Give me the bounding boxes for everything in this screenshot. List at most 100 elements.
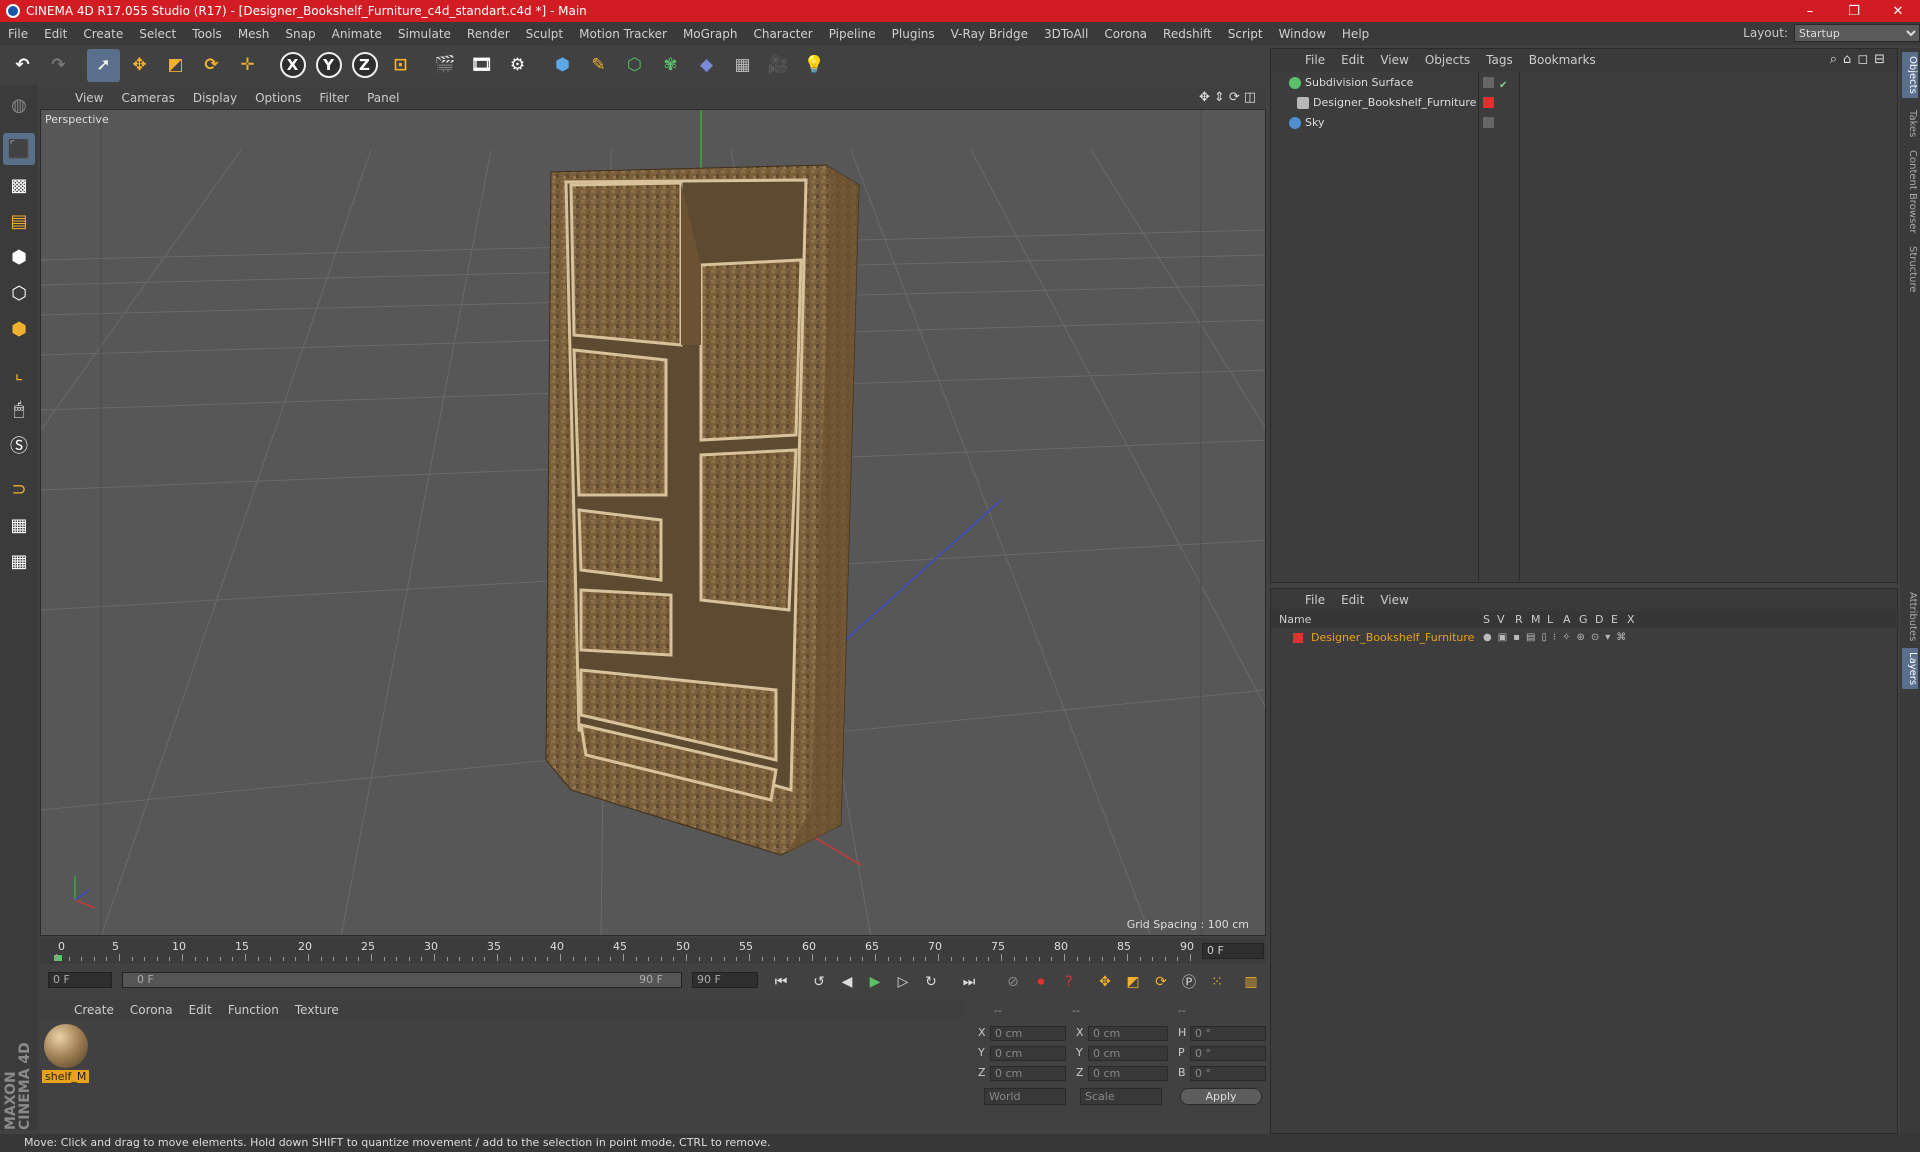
keyframe-selection-icon[interactable]: ?: [1056, 970, 1082, 994]
go-to-end-icon[interactable]: ⏭: [956, 970, 982, 994]
viewport-menu-display[interactable]: Display: [184, 91, 246, 105]
material-menu-create[interactable]: Create: [66, 1003, 122, 1017]
render-picture-viewer-icon[interactable]: 🎞: [465, 49, 498, 82]
autokeying-icon[interactable]: ⏺: [1028, 970, 1054, 994]
visibility-toggle-icon[interactable]: [1483, 77, 1494, 88]
model-mode-icon[interactable]: ⬛: [3, 133, 35, 165]
material-menu-function[interactable]: Function: [220, 1003, 287, 1017]
floor-scene-icon[interactable]: ▦: [726, 49, 759, 82]
transform-tool-icon[interactable]: ✛: [231, 49, 264, 82]
size-mode-dropdown[interactable]: Scale: [1080, 1088, 1162, 1105]
previous-key-icon[interactable]: ↺: [806, 970, 832, 994]
objects-menu-file[interactable]: File: [1297, 53, 1333, 67]
key-position-icon[interactable]: ✥: [1092, 970, 1118, 994]
bookshelf-model[interactable]: [545, 164, 860, 856]
object-row-subdivision-surface[interactable]: Subdivision Surface ✔: [1271, 73, 1899, 93]
size-x-field[interactable]: 0 cm: [1088, 1026, 1168, 1041]
timeline-ruler[interactable]: 0 5 10 15 20 25 30 35 40 45 50 55 60 65 …: [40, 938, 1266, 964]
tweak-mode-icon[interactable]: 🖱: [3, 393, 35, 425]
menu-tools[interactable]: Tools: [184, 27, 230, 41]
rotation-h-field[interactable]: 0 °: [1190, 1026, 1266, 1041]
rotation-b-field[interactable]: 0 °: [1190, 1066, 1266, 1081]
next-frame-icon[interactable]: ▷: [890, 970, 916, 994]
mograph-cloner-icon[interactable]: ✾: [654, 49, 687, 82]
live-selection-icon[interactable]: ➚: [87, 48, 120, 82]
frame-range-slider[interactable]: 0 F 90 F: [122, 972, 682, 988]
tab-content-browser[interactable]: Content Browser: [1902, 146, 1918, 237]
layer-color-tag[interactable]: [1483, 97, 1494, 108]
pen-spline-icon[interactable]: ✎: [582, 49, 615, 82]
layers-menu-view[interactable]: View: [1372, 593, 1416, 607]
menu-mograph[interactable]: MoGraph: [675, 27, 746, 41]
menu-redshift[interactable]: Redshift: [1155, 27, 1220, 41]
camera-icon[interactable]: 🎥: [762, 49, 795, 82]
menu-corona[interactable]: Corona: [1096, 27, 1155, 41]
material-menu-edit[interactable]: Edit: [181, 1003, 220, 1017]
start-frame-field[interactable]: 0 F: [48, 972, 112, 988]
viewport-menu-options[interactable]: Options: [246, 91, 310, 105]
render-settings-icon[interactable]: ⚙: [501, 49, 534, 82]
points-mode-icon[interactable]: ⬢: [3, 241, 35, 273]
object-row-bookshelf[interactable]: Designer_Bookshelf_Furniture: [1271, 93, 1899, 113]
objects-menu-edit[interactable]: Edit: [1333, 53, 1372, 67]
rotation-p-field[interactable]: 0 °: [1190, 1046, 1266, 1061]
render-view-icon[interactable]: 🎬: [429, 49, 462, 82]
deformer-icon[interactable]: ◆: [690, 49, 723, 82]
material-name[interactable]: shelf_M: [42, 1070, 90, 1083]
coordinate-system-icon[interactable]: ⊡: [384, 49, 417, 82]
object-manager-search-icons[interactable]: ⌕⌂◻⊟: [1830, 52, 1891, 67]
viewport-menu-filter[interactable]: Filter: [310, 91, 358, 105]
tab-attributes[interactable]: Attributes: [1902, 588, 1918, 645]
tab-objects[interactable]: Objects: [1902, 52, 1918, 98]
object-row-sky[interactable]: Sky: [1271, 113, 1899, 133]
tab-layers[interactable]: Layers: [1902, 648, 1918, 690]
layout-select[interactable]: Startup: [1794, 24, 1920, 42]
layers-menu-file[interactable]: File: [1297, 593, 1333, 607]
undo-icon[interactable]: ↶: [6, 49, 39, 82]
key-parameter-icon[interactable]: Ⓟ: [1176, 970, 1202, 994]
subdivision-generator-icon[interactable]: ⬡: [618, 49, 651, 82]
objects-menu-tags[interactable]: Tags: [1478, 53, 1521, 67]
redo-icon[interactable]: ↷: [42, 49, 75, 82]
objects-menu-bookmarks[interactable]: Bookmarks: [1521, 53, 1604, 67]
menu-render[interactable]: Render: [459, 27, 518, 41]
tab-structure[interactable]: Structure: [1902, 242, 1918, 297]
move-tool-icon[interactable]: ✥: [123, 49, 156, 82]
close-button[interactable]: ✕: [1876, 4, 1920, 19]
viewport-navigation-icons[interactable]: ✥⇕⟳◫: [1199, 90, 1260, 105]
menu-help[interactable]: Help: [1334, 27, 1377, 41]
menu-create[interactable]: Create: [75, 27, 131, 41]
make-editable-icon[interactable]: ◍: [3, 89, 35, 121]
restore-button[interactable]: ❐: [1832, 4, 1876, 19]
position-z-field[interactable]: 0 cm: [990, 1066, 1066, 1081]
menu-motion-tracker[interactable]: Motion Tracker: [571, 27, 675, 41]
y-axis-lock-icon[interactable]: Y: [312, 49, 345, 82]
apply-button[interactable]: Apply: [1180, 1088, 1262, 1105]
polygons-mode-icon[interactable]: ⬢: [3, 313, 35, 345]
perspective-viewport[interactable]: Perspective Grid Spacing : 100 cm: [40, 109, 1266, 936]
z-axis-lock-icon[interactable]: Z: [348, 49, 381, 82]
light-icon[interactable]: 💡: [798, 49, 831, 82]
menu-vray-bridge[interactable]: V-Ray Bridge: [943, 27, 1036, 41]
texture-mode-icon[interactable]: ▩: [3, 169, 35, 201]
position-y-field[interactable]: 0 cm: [990, 1046, 1066, 1061]
go-to-start-icon[interactable]: ⏮: [768, 970, 794, 994]
material-menu-corona[interactable]: Corona: [122, 1003, 181, 1017]
workplane-lock-icon[interactable]: ▦: [3, 509, 35, 541]
cube-primitive-icon[interactable]: ⬢: [546, 49, 579, 82]
menu-script[interactable]: Script: [1220, 27, 1271, 41]
viewport-menu-panel[interactable]: Panel: [358, 91, 408, 105]
material-preview-sphere[interactable]: [44, 1024, 88, 1068]
layers-menu-edit[interactable]: Edit: [1333, 593, 1372, 607]
menu-plugins[interactable]: Plugins: [884, 27, 943, 41]
material-menu-texture[interactable]: Texture: [287, 1003, 347, 1017]
menu-select[interactable]: Select: [131, 27, 184, 41]
menu-simulate[interactable]: Simulate: [390, 27, 459, 41]
menu-pipeline[interactable]: Pipeline: [821, 27, 884, 41]
menu-animate[interactable]: Animate: [324, 27, 390, 41]
grid-snap-icon[interactable]: ▦: [3, 545, 35, 577]
objects-menu-objects[interactable]: Objects: [1417, 53, 1478, 67]
rotate-tool-icon[interactable]: ⟳: [195, 49, 228, 82]
workplane-mode-icon[interactable]: ▤: [3, 205, 35, 237]
key-scale-icon[interactable]: ◩: [1120, 970, 1146, 994]
